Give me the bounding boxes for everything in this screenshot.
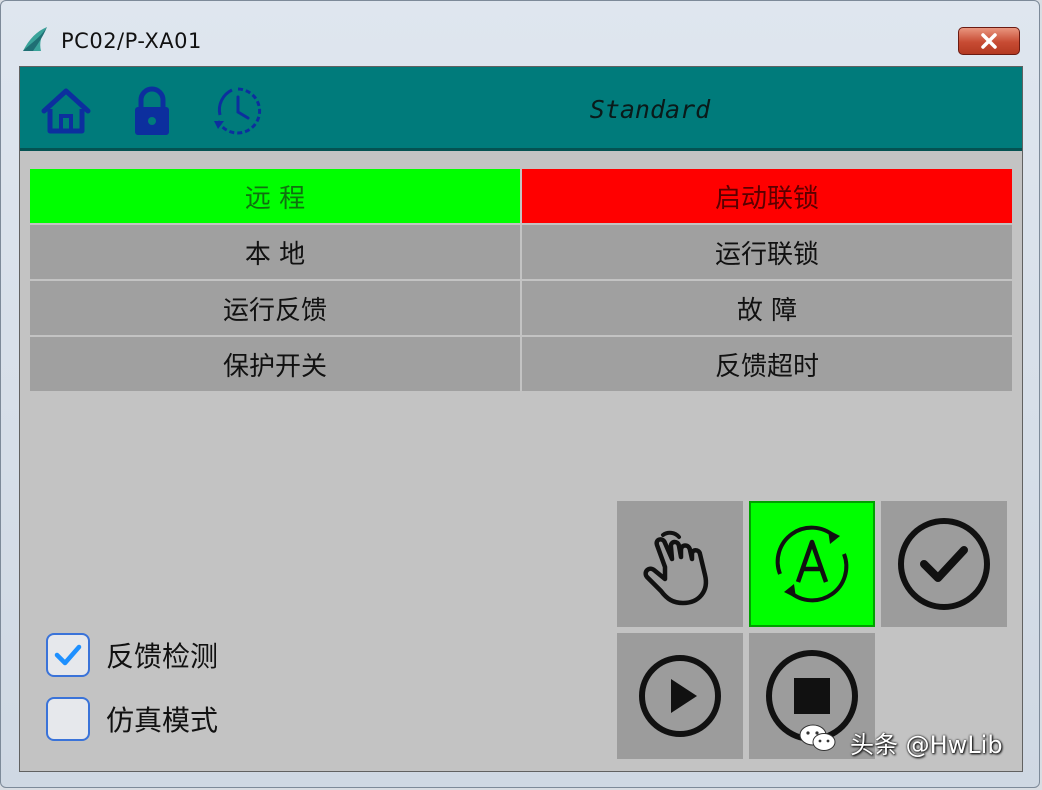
play-icon: [639, 655, 721, 737]
close-button[interactable]: [958, 27, 1020, 55]
check-icon: [898, 518, 990, 610]
status-start-interlock: 启动联锁: [522, 169, 1012, 223]
simulation-mode-label: 仿真模式: [106, 704, 219, 737]
status-remote: 远 程: [30, 169, 520, 223]
simulation-mode-option[interactable]: 仿真模式: [46, 694, 218, 744]
mode-label: Standard: [589, 95, 711, 124]
start-button[interactable]: [617, 633, 743, 759]
status-fault: 故 障: [522, 281, 1012, 335]
hmi-window: PC02/P-XA01 Standard 远 程 启动联锁 本 地 运行联锁 运…: [0, 0, 1040, 788]
watermark-text: 头条 @HwLib: [850, 731, 1003, 759]
feedback-detect-checkbox[interactable]: [46, 633, 90, 677]
status-run-feedback: 运行反馈: [30, 281, 520, 335]
feedback-detect-label: 反馈检测: [106, 640, 219, 673]
checkmark-icon: [54, 644, 82, 666]
history-icon[interactable]: [210, 85, 266, 137]
title-bar: PC02/P-XA01: [1, 1, 1041, 65]
confirm-button[interactable]: [881, 501, 1007, 627]
wechat-icon: [799, 724, 836, 751]
app-logo-icon: [23, 27, 47, 51]
close-icon: [981, 33, 997, 49]
client-area: Standard 远 程 启动联锁 本 地 运行联锁 运行反馈 故 障 保护开关…: [19, 66, 1023, 772]
status-feedback-timeout: 反馈超时: [522, 337, 1012, 391]
feedback-detect-option[interactable]: 反馈检测: [46, 630, 218, 680]
simulation-mode-checkbox[interactable]: [46, 697, 90, 741]
auto-mode-button[interactable]: [749, 501, 875, 627]
manual-mode-button[interactable]: [617, 501, 743, 627]
auto-mode-icon: [775, 525, 849, 603]
home-icon[interactable]: [38, 85, 94, 137]
lock-icon[interactable]: [124, 85, 180, 137]
window-title: PC02/P-XA01: [61, 29, 202, 53]
status-local: 本 地: [30, 225, 520, 279]
status-run-interlock: 运行联锁: [522, 225, 1012, 279]
hand-icon: [643, 530, 709, 606]
header-bar: Standard: [20, 67, 1022, 151]
status-protection-switch: 保护开关: [30, 337, 520, 391]
